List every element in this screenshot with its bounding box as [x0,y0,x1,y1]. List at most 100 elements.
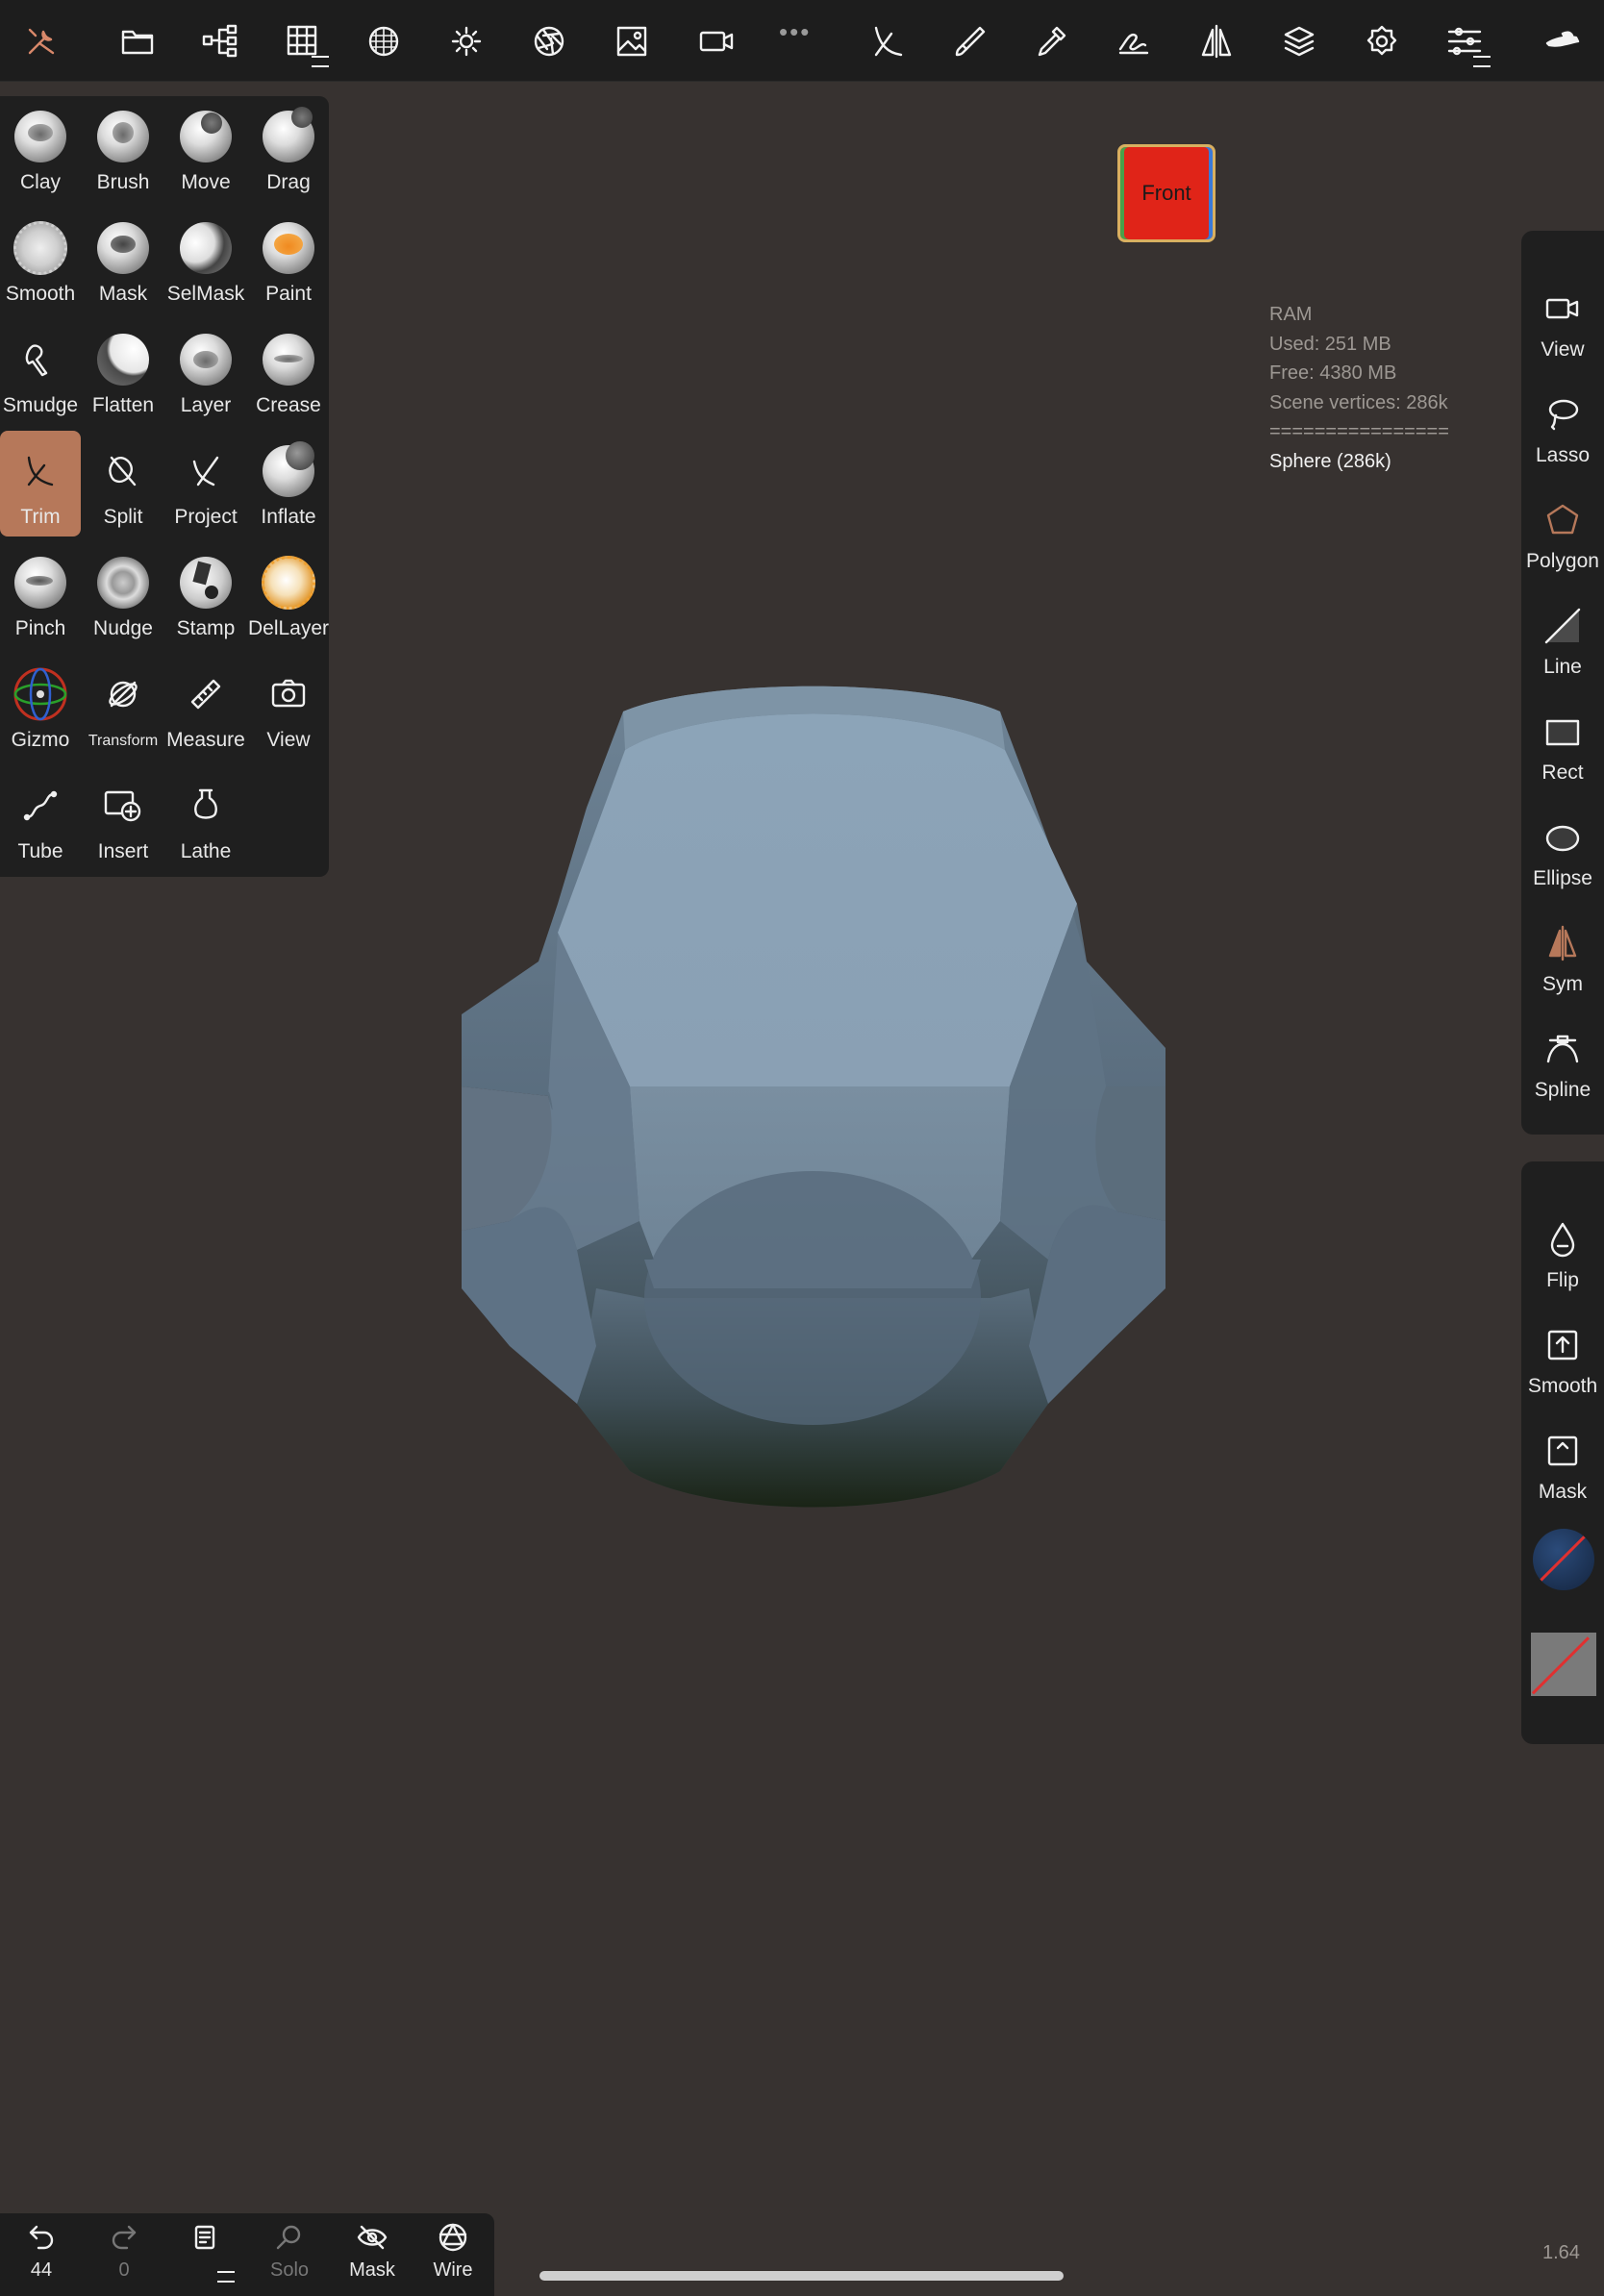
tool-inflate[interactable]: Inflate [248,431,329,537]
action-flip[interactable]: Flip [1521,1210,1604,1306]
tool-selmask[interactable]: SelMask [165,208,246,313]
brush-stroke-icon[interactable] [942,13,998,69]
settings-icon[interactable] [1354,13,1410,69]
background-image-icon[interactable] [604,13,660,69]
stroke-settings-icon[interactable] [1106,13,1162,69]
tool-split[interactable]: Split [83,431,163,537]
project-icon [177,442,235,500]
video-camera-icon[interactable] [689,13,744,69]
tool-brush[interactable]: Brush [83,96,163,202]
symmetry-icon[interactable] [1189,13,1244,69]
tool-gizmo[interactable]: Gizmo [0,654,81,760]
trim-tool-icon[interactable] [860,13,915,69]
tool-measure[interactable]: Measure [165,654,246,760]
rect-icon [1545,719,1580,746]
selection-tools-panel: View Lasso Polygon Line Rect Ellipse Sym… [1521,231,1604,1135]
mask-label: Mask [349,2259,395,2281]
ruler-icon [177,665,235,723]
rtool-ellipse[interactable]: Ellipse [1521,808,1604,904]
tool-paint[interactable]: Paint [248,208,329,313]
tool-label: Gizmo [11,729,70,751]
tool-label: Trim [20,506,61,528]
files-icon[interactable] [110,13,165,69]
camera-lens-icon[interactable] [521,13,577,69]
scene-tree-icon[interactable] [192,13,248,69]
notes-button[interactable] [165,2221,248,2296]
tool-transform[interactable]: Transform [83,654,163,760]
material-swatch[interactable] [1533,1529,1594,1590]
stamp-icon [177,554,235,611]
tool-label: Smooth [5,283,76,305]
tool-trim[interactable]: Trim [0,431,81,537]
solo-button[interactable]: Solo [248,2221,331,2296]
undo-count: 44 [30,2259,53,2281]
tool-dellayer[interactable]: DelLayer [248,542,329,648]
tool-insert[interactable]: Insert [83,765,163,871]
sculpt-mesh-viewport[interactable] [452,673,1173,1635]
tool-mask[interactable]: Mask [83,208,163,313]
action-label: Smooth [1527,1375,1598,1397]
tool-layer[interactable]: Layer [165,319,246,425]
tool-tube[interactable]: Tube [0,765,81,871]
lathe-icon [177,777,235,835]
wireframe-icon [439,2223,467,2252]
tool-nudge[interactable]: Nudge [83,542,163,648]
sliders-icon[interactable] [1437,13,1492,69]
layers-icon[interactable] [1271,13,1327,69]
tool-label: Drag [266,171,311,193]
mask-icon [94,219,152,277]
rtool-polygon[interactable]: Polygon [1521,490,1604,586]
tool-project[interactable]: Project [165,431,246,537]
gizmo-icon [12,665,69,723]
polygon-icon [1546,504,1579,535]
nudge-icon [94,554,152,611]
info-separator: ================ [1269,421,1449,442]
tool-label: Move [181,171,231,193]
action-mask[interactable]: Mask [1521,1421,1604,1517]
rtool-spline[interactable]: Spline [1521,1019,1604,1115]
paint-picker-icon[interactable] [1023,13,1079,69]
rtool-sym[interactable]: Sym [1521,913,1604,1010]
material-icon[interactable] [356,13,412,69]
rtool-label: Lasso [1535,444,1591,466]
rtool-view[interactable]: View [1521,279,1604,375]
view-cube[interactable]: Front [1117,144,1216,242]
topology-icon[interactable] [275,13,331,69]
smooth-icon [12,219,69,277]
tool-clay[interactable]: Clay [0,96,81,202]
tool-drag[interactable]: Drag [248,96,329,202]
ram-used: Used: 251 MB [1269,333,1391,355]
tool-move[interactable]: Move [165,96,246,202]
tool-flatten[interactable]: Flatten [83,319,163,425]
tool-smudge[interactable]: Smudge [0,319,81,425]
insert-icon [94,777,152,835]
rtool-rect[interactable]: Rect [1521,702,1604,798]
tool-stamp[interactable]: Stamp [165,542,246,648]
tools-icon[interactable] [13,13,69,69]
drag-icon [260,107,317,165]
home-indicator[interactable] [539,2271,1064,2281]
rtool-label: Ellipse [1533,867,1592,889]
tool-lathe[interactable]: Lathe [165,765,246,871]
selected-object[interactable]: Sphere (286k) [1269,447,1449,477]
light-icon[interactable] [439,13,494,69]
clay-icon [12,108,69,165]
action-smooth[interactable]: Smooth [1521,1315,1604,1411]
brush-icon [94,108,152,165]
wireframe-button[interactable]: Wire [412,2221,494,2296]
flatten-icon [94,331,152,388]
tool-crease[interactable]: Crease [248,319,329,425]
smooth-box-icon [1547,1330,1578,1360]
rtool-line[interactable]: Line [1521,596,1604,692]
undo-button[interactable]: 44 [0,2221,83,2296]
tool-pinch[interactable]: Pinch [0,542,81,648]
tool-view[interactable]: View [248,654,329,760]
more-dots-icon[interactable]: ••• [779,17,811,47]
mask-visibility-button[interactable]: Mask [331,2221,414,2296]
tool-smooth[interactable]: Smooth [0,208,81,313]
layer-icon [177,331,235,388]
app-logo-icon[interactable] [1535,13,1591,69]
redo-button[interactable]: 0 [83,2221,165,2296]
color-swatch[interactable] [1531,1633,1596,1696]
rtool-lasso[interactable]: Lasso [1521,385,1604,481]
